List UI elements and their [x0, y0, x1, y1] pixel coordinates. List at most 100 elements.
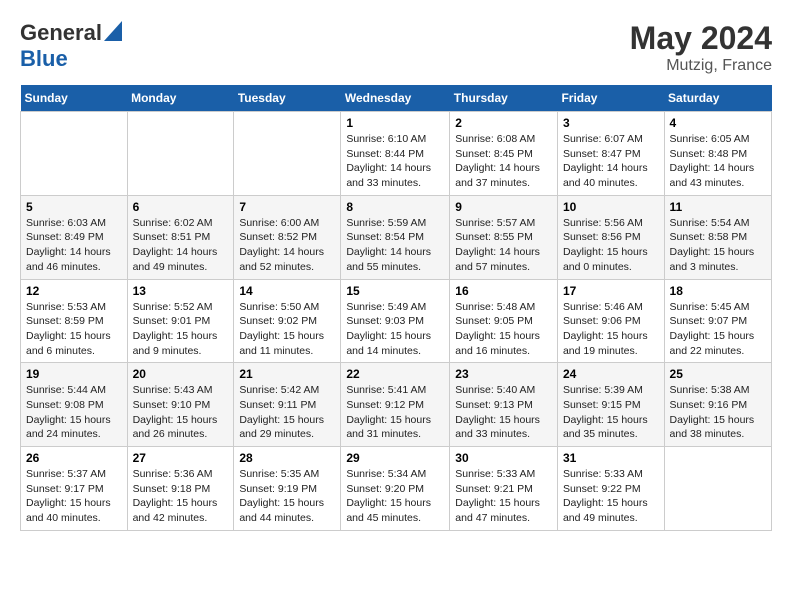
header-saturday: Saturday — [664, 85, 771, 112]
day-info: Sunrise: 5:37 AMSunset: 9:17 PMDaylight:… — [26, 467, 122, 526]
page-header: General Blue May 2024 Mutzig, France — [20, 20, 772, 75]
calendar-cell: 21Sunrise: 5:42 AMSunset: 9:11 PMDayligh… — [234, 363, 341, 447]
sunrise-text: Sunrise: 5:46 AM — [563, 301, 643, 313]
daylight-text: Daylight: 15 hours and 44 minutes. — [239, 497, 324, 524]
calendar-cell: 6Sunrise: 6:02 AMSunset: 8:51 PMDaylight… — [127, 195, 234, 279]
day-info: Sunrise: 5:54 AMSunset: 8:58 PMDaylight:… — [670, 216, 766, 275]
day-number: 20 — [133, 367, 229, 381]
day-number: 9 — [455, 200, 552, 214]
logo-blue-text: Blue — [20, 46, 68, 71]
day-info: Sunrise: 5:42 AMSunset: 9:11 PMDaylight:… — [239, 383, 335, 442]
calendar-cell: 4 Sunrise: 6:05 AMSunset: 8:48 PMDaylight… — [664, 112, 771, 196]
calendar-cell: 25Sunrise: 5:38 AMSunset: 9:16 PMDayligh… — [664, 363, 771, 447]
sunrise-text: Sunrise: 5:54 AM — [670, 217, 750, 229]
sunrise-text: Sunrise: 5:33 AM — [455, 468, 535, 480]
calendar-cell: 18 Sunrise: 5:45 AMSunset: 9:07 PMDayligh… — [664, 279, 771, 363]
calendar-week-1: 1 Sunrise: 6:10 AM Sunset: 8:44 PM Daylight… — [21, 112, 772, 196]
day-info: Sunrise: 5:34 AMSunset: 9:20 PMDaylight:… — [346, 467, 444, 526]
calendar-cell: 13 Sunrise: 5:52 AMSunset: 9:01 PMDayligh… — [127, 279, 234, 363]
calendar-cell: 19 Sunrise: 5:44 AMSunset: 9:08 PMDayligh… — [21, 363, 128, 447]
day-info: Sunrise: 6:00 AMSunset: 8:52 PMDaylight:… — [239, 216, 335, 275]
calendar-table: Sunday Monday Tuesday Wednesday Thursday… — [20, 85, 772, 531]
daylight-text: Daylight: 14 hours and 37 minutes. — [455, 162, 540, 189]
sunrise-text: Sunrise: 5:59 AM — [346, 217, 426, 229]
day-number: 29 — [346, 451, 444, 465]
day-number: 16 — [455, 284, 552, 298]
day-info: Sunrise: 5:45 AMSunset: 9:07 PMDaylight:… — [670, 300, 766, 359]
sunset-text: Sunset: 9:02 PM — [239, 315, 317, 327]
sunset-text: Sunset: 9:05 PM — [455, 315, 533, 327]
day-number: 18 — [670, 284, 766, 298]
calendar-cell: 8Sunrise: 5:59 AMSunset: 8:54 PMDaylight… — [341, 195, 450, 279]
calendar-cell: 24Sunrise: 5:39 AMSunset: 9:15 PMDayligh… — [557, 363, 664, 447]
day-info: Sunrise: 6:10 AMSunset: 8:44 PMDaylight:… — [346, 132, 444, 191]
calendar-cell: 9Sunrise: 5:57 AMSunset: 8:55 PMDaylight… — [450, 195, 558, 279]
day-info: Sunrise: 5:36 AMSunset: 9:18 PMDaylight:… — [133, 467, 229, 526]
day-number: 1 — [346, 116, 444, 130]
sunset-text: Sunset: 9:17 PM — [26, 483, 104, 495]
sunrise-text: Sunrise: 6:07 AM — [563, 133, 643, 145]
calendar-cell: 1Sunrise: 6:10 AMSunset: 8:44 PMDaylight… — [341, 112, 450, 196]
sunset-text: Sunset: 9:11 PM — [239, 399, 316, 411]
calendar-cell: 22Sunrise: 5:41 AMSunset: 9:12 PMDayligh… — [341, 363, 450, 447]
daylight-text: Daylight: 14 hours and 40 minutes. — [563, 162, 648, 189]
sunset-text: Sunset: 8:52 PM — [239, 231, 317, 243]
sunset-text: Sunset: 9:06 PM — [563, 315, 641, 327]
sunrise-text: Sunrise: 5:34 AM — [346, 468, 426, 480]
daylight-text: Daylight: 15 hours and 6 minutes. — [26, 330, 111, 357]
sunrise-text: Sunrise: 5:53 AM — [26, 301, 106, 313]
day-info: Sunrise: 5:44 AMSunset: 9:08 PMDaylight:… — [26, 383, 122, 442]
header-monday: Monday — [127, 85, 234, 112]
sunrise-text: Sunrise: 6:10 AM — [346, 133, 426, 145]
sunrise-text: Sunrise: 5:44 AM — [26, 384, 106, 396]
day-number: 19 — [26, 367, 122, 381]
daylight-text: Daylight: 15 hours and 26 minutes. — [133, 414, 218, 441]
sunrise-text: Sunrise: 5:39 AM — [563, 384, 643, 396]
daylight-text: Daylight: 14 hours and 55 minutes. — [346, 246, 431, 273]
calendar-cell: 11Sunrise: 5:54 AMSunset: 8:58 PMDayligh… — [664, 195, 771, 279]
day-number: 14 — [239, 284, 335, 298]
calendar-cell: 30Sunrise: 5:33 AMSunset: 9:21 PMDayligh… — [450, 447, 558, 531]
sunrise-text: Sunrise: 5:35 AM — [239, 468, 319, 480]
sunset-text: Sunset: 9:16 PM — [670, 399, 748, 411]
daylight-text: Daylight: 15 hours and 47 minutes. — [455, 497, 540, 524]
calendar-cell: 2 Sunrise: 6:08 AM Sunset: 8:45 PM Daylight… — [450, 112, 558, 196]
sunset-text: Sunset: 8:58 PM — [670, 231, 748, 243]
daylight-text: Daylight: 15 hours and 49 minutes. — [563, 497, 648, 524]
day-number: 15 — [346, 284, 444, 298]
sunset-text: Sunset: 8:51 PM — [133, 231, 211, 243]
header-wednesday: Wednesday — [341, 85, 450, 112]
daylight-text: Daylight: 15 hours and 16 minutes. — [455, 330, 540, 357]
day-number: 4 — [670, 116, 766, 130]
calendar-cell: 27 Sunrise: 5:36 AMSunset: 9:18 PMDayligh… — [127, 447, 234, 531]
daylight-text: Daylight: 15 hours and 11 minutes. — [239, 330, 324, 357]
day-info: Sunrise: 6:05 AMSunset: 8:48 PMDaylight:… — [670, 132, 766, 191]
daylight-text: Daylight: 15 hours and 31 minutes. — [346, 414, 431, 441]
sunrise-text: Sunrise: 6:03 AM — [26, 217, 106, 229]
day-number: 13 — [133, 284, 229, 298]
day-info: Sunrise: 5:52 AMSunset: 9:01 PMDaylight:… — [133, 300, 229, 359]
day-info: Sunrise: 5:48 AMSunset: 9:05 PMDaylight:… — [455, 300, 552, 359]
day-number: 11 — [670, 200, 766, 214]
daylight-text: Daylight: 15 hours and 35 minutes. — [563, 414, 648, 441]
day-info: Sunrise: 5:59 AMSunset: 8:54 PMDaylight:… — [346, 216, 444, 275]
day-info: Sunrise: 5:40 AMSunset: 9:13 PMDaylight:… — [455, 383, 552, 442]
sunset-text: Sunset: 8:44 PM — [346, 148, 424, 160]
sunset-text: Sunset: 8:59 PM — [26, 315, 104, 327]
day-number: 2 — [455, 116, 552, 130]
sunset-text: Sunset: 8:45 PM — [455, 148, 533, 160]
calendar-cell: 12Sunrise: 5:53 AMSunset: 8:59 PMDayligh… — [21, 279, 128, 363]
day-info: Sunrise: 5:50 AMSunset: 9:02 PMDaylight:… — [239, 300, 335, 359]
sunset-text: Sunset: 9:12 PM — [346, 399, 424, 411]
day-info: Sunrise: 5:41 AMSunset: 9:12 PMDaylight:… — [346, 383, 444, 442]
calendar-cell: 5Sunrise: 6:03 AMSunset: 8:49 PMDaylight… — [21, 195, 128, 279]
day-info: Sunrise: 5:46 AMSunset: 9:06 PMDaylight:… — [563, 300, 659, 359]
calendar-cell — [127, 112, 234, 196]
calendar-week-5: 26Sunrise: 5:37 AMSunset: 9:17 PMDayligh… — [21, 447, 772, 531]
day-number: 27 — [133, 451, 229, 465]
day-info: Sunrise: 6:07 AMSunset: 8:47 PMDaylight:… — [563, 132, 659, 191]
day-info: Sunrise: 5:53 AM Sunset: 8:59 PM Daylight:… — [26, 300, 122, 359]
sunset-text: Sunset: 9:01 PM — [133, 315, 211, 327]
sunrise-text: Sunrise: 6:08 AM — [455, 133, 535, 145]
daylight-text: Daylight: 14 hours and 49 minutes. — [133, 246, 218, 273]
